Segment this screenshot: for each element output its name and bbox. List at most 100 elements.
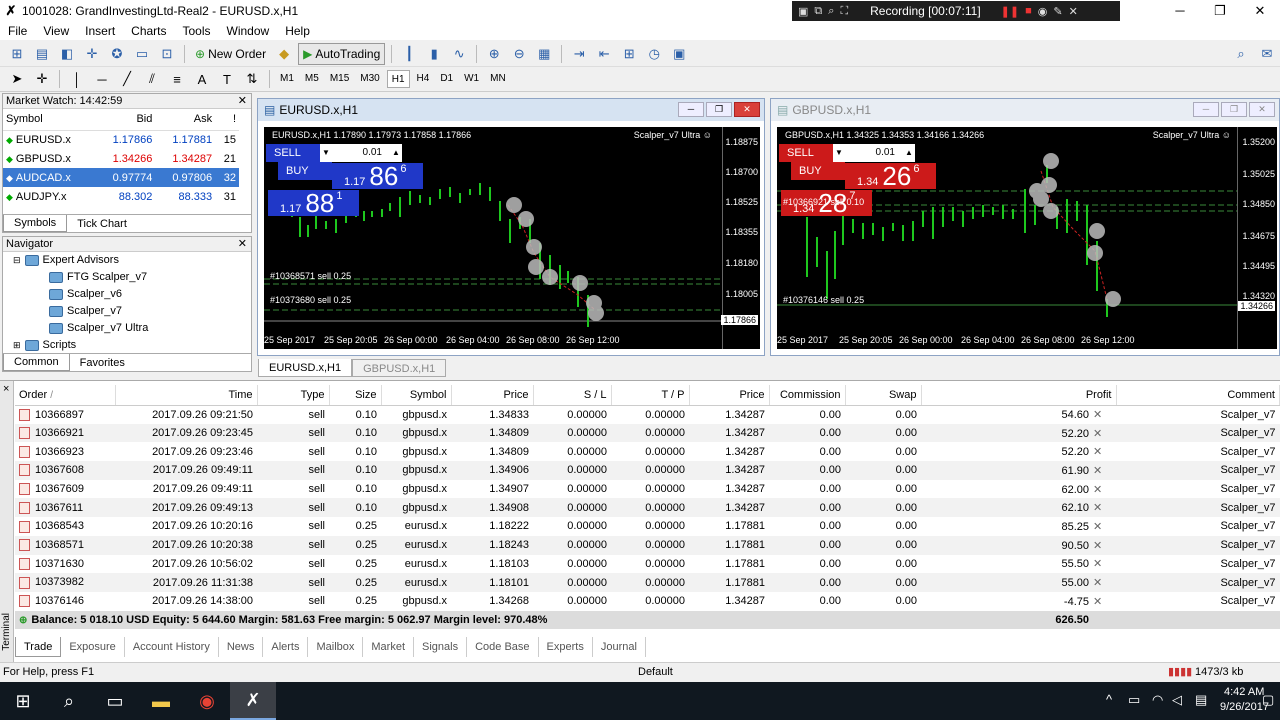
timeframe-mn[interactable]: MN: [486, 70, 510, 88]
tab-account-history[interactable]: Account History: [125, 637, 219, 657]
chart-maximize-icon[interactable]: ❐: [1221, 102, 1247, 117]
tab-exposure[interactable]: Exposure: [61, 637, 125, 657]
nav-ea-item[interactable]: Scalper_v7 Ultra: [3, 320, 251, 337]
order-row[interactable]: 10367608 2017.09.26 09:49:11 sell 0.10 gbpus…: [15, 461, 1280, 480]
templates-icon[interactable]: ▣: [668, 44, 690, 64]
autoscroll-icon[interactable]: ⇥: [568, 44, 590, 64]
tile-windows-icon[interactable]: ▦: [533, 44, 555, 64]
col-order[interactable]: Order /: [15, 385, 116, 406]
fibonacci-icon[interactable]: ≡: [166, 69, 188, 89]
lot-increase-icon[interactable]: ▲: [903, 144, 915, 162]
tab-mailbox[interactable]: Mailbox: [308, 637, 364, 657]
zoom-out-icon[interactable]: ⊖: [508, 44, 530, 64]
wifi-icon[interactable]: ◠: [1152, 692, 1163, 708]
market-watch-row[interactable]: ◆ GBPUSD.x 1.34266 1.34287 21: [3, 149, 239, 168]
market-watch-close-icon[interactable]: ✕: [238, 94, 247, 109]
tester-icon[interactable]: ⊡: [156, 44, 178, 64]
chart-tab-gbpusd[interactable]: GBPUSD.x,H1: [352, 359, 447, 377]
recorder-window-icon[interactable]: ⧉: [814, 5, 822, 18]
search-icon[interactable]: ⌕: [46, 682, 92, 720]
expand-icon[interactable]: ⊞: [13, 337, 21, 354]
nav-scripts[interactable]: ⊞ Scripts: [3, 337, 251, 354]
sell-button[interactable]: SELL: [266, 144, 320, 162]
recorder-zoom-icon[interactable]: ⌕: [828, 5, 834, 18]
sell-button[interactable]: SELL: [779, 144, 833, 162]
nav-ea-item[interactable]: Scalper_v7: [3, 303, 251, 320]
order-row[interactable]: 10366923 2017.09.26 09:23:46 sell 0.10 gbpus…: [15, 442, 1280, 461]
nav-ea-item[interactable]: FTG Scalper_v7: [3, 269, 251, 286]
close-icon[interactable]: ✕: [1240, 0, 1280, 22]
order-row[interactable]: 10367609 2017.09.26 09:49:11 sell 0.10 gbpus…: [15, 480, 1280, 499]
terminal-close-icon[interactable]: ×: [3, 383, 9, 395]
close-order-icon[interactable]: ✕: [1093, 596, 1102, 608]
col-sl[interactable]: S / L: [533, 385, 612, 406]
periods-icon[interactable]: ◷: [643, 44, 665, 64]
tab-market[interactable]: Market: [363, 637, 415, 657]
close-order-icon[interactable]: ✕: [1093, 484, 1102, 496]
lot-size-input[interactable]: ▼ 0.01 ▲: [833, 144, 915, 162]
keyboard-icon[interactable]: ▤: [1195, 692, 1207, 708]
market-watch-icon[interactable]: ◧: [56, 44, 78, 64]
timeframe-m15[interactable]: M15: [326, 70, 353, 88]
chart-window-eurusd[interactable]: ▤ EURUSD.x,H1 ─ ❐ ✕ EURUSD.x,H1 1.17890 1.…: [257, 98, 765, 356]
search-icon[interactable]: ⌕: [1230, 44, 1252, 64]
nav-expert-advisors[interactable]: ⊟ Expert Advisors: [3, 252, 251, 269]
minimize-icon[interactable]: ─: [1160, 0, 1200, 22]
menu-window[interactable]: Window: [219, 24, 278, 38]
order-row[interactable]: 10368543 2017.09.26 10:20:16 sell 0.25 eurus…: [15, 517, 1280, 536]
chart-canvas[interactable]: GBPUSD.x,H1 1.34325 1.34353 1.34166 1.34…: [777, 127, 1277, 349]
pen-icon[interactable]: ✎: [1053, 5, 1062, 18]
tab-code-base[interactable]: Code Base: [467, 637, 539, 657]
chrome-icon[interactable]: ◉: [184, 682, 230, 720]
file-explorer-icon[interactable]: ▬: [138, 682, 184, 720]
col-commission[interactable]: Commission: [769, 385, 846, 406]
market-watch-row[interactable]: ◆ AUDCAD.x 0.97774 0.97806 32: [3, 168, 239, 187]
autotrading-button[interactable]: ▶ AutoTrading: [298, 42, 386, 65]
battery-icon[interactable]: ▭: [1128, 692, 1140, 708]
order-row[interactable]: 10368571 2017.09.26 10:20:38 sell 0.25 eurus…: [15, 535, 1280, 555]
line-chart-icon[interactable]: ∿: [448, 44, 470, 64]
new-chart-icon[interactable]: ⊞: [6, 44, 28, 64]
task-view-icon[interactable]: ▭: [92, 682, 138, 720]
nav-ea-item[interactable]: Scalper_v6: [3, 286, 251, 303]
maximize-icon[interactable]: ❐: [1200, 0, 1240, 22]
chart-close-icon[interactable]: ✕: [1249, 102, 1275, 117]
volume-icon[interactable]: ◁: [1172, 692, 1182, 708]
col-type[interactable]: Type: [257, 385, 330, 406]
chart-shift-icon[interactable]: ⇤: [593, 44, 615, 64]
lot-decrease-icon[interactable]: ▼: [322, 144, 330, 162]
close-order-icon[interactable]: ✕: [1093, 409, 1102, 421]
col-symbol[interactable]: Symbol: [3, 109, 96, 131]
navigator-close-icon[interactable]: ✕: [238, 237, 247, 252]
chart-minimize-icon[interactable]: ─: [678, 102, 704, 117]
crosshair-icon[interactable]: ✛: [31, 69, 53, 89]
tab-signals[interactable]: Signals: [414, 637, 468, 657]
tab-common[interactable]: Common: [3, 354, 70, 371]
close-order-icon[interactable]: ✕: [1093, 502, 1102, 514]
tab-experts[interactable]: Experts: [539, 637, 593, 657]
close-order-icon[interactable]: ✕: [1093, 465, 1102, 477]
recorder-menu-icon[interactable]: ▣: [798, 5, 808, 18]
tab-news[interactable]: News: [219, 637, 264, 657]
tab-journal[interactable]: Journal: [593, 637, 646, 657]
market-watch-row[interactable]: ◆ AUDJPY.x 88.302 88.333 31: [3, 187, 239, 206]
buy-button[interactable]: BUY: [278, 162, 332, 180]
metatrader-icon[interactable]: ✗: [230, 682, 276, 720]
horizontal-line-icon[interactable]: ─: [91, 69, 113, 89]
tab-tick-chart[interactable]: Tick Chart: [67, 216, 137, 232]
col-time[interactable]: Time: [115, 385, 258, 406]
col-comment[interactable]: Comment: [1116, 385, 1280, 406]
menu-charts[interactable]: Charts: [123, 24, 174, 38]
col-symbol[interactable]: Symbol: [381, 385, 452, 406]
chart-tab-eurusd[interactable]: EURUSD.x,H1: [258, 359, 353, 377]
chart-window-gbpusd[interactable]: ▤ GBPUSD.x,H1 ─ ❐ ✕ GBPUSD.x,H1 1.34325 1.…: [770, 98, 1280, 356]
order-row[interactable]: 10373982 2017.09.26 11:31:38 sell 0.25 eurus…: [15, 573, 1280, 592]
close-order-icon[interactable]: ✕: [1093, 558, 1102, 570]
tab-symbols[interactable]: Symbols: [3, 215, 68, 232]
profiles-icon[interactable]: ▤: [31, 44, 53, 64]
col-size[interactable]: Size: [329, 385, 382, 406]
col-ask[interactable]: Ask: [155, 109, 216, 131]
menu-tools[interactable]: Tools: [175, 24, 219, 38]
recorder-close-icon[interactable]: ✕: [1069, 5, 1078, 18]
order-row[interactable]: 10367611 2017.09.26 09:49:13 sell 0.10 gbpus…: [15, 498, 1280, 518]
